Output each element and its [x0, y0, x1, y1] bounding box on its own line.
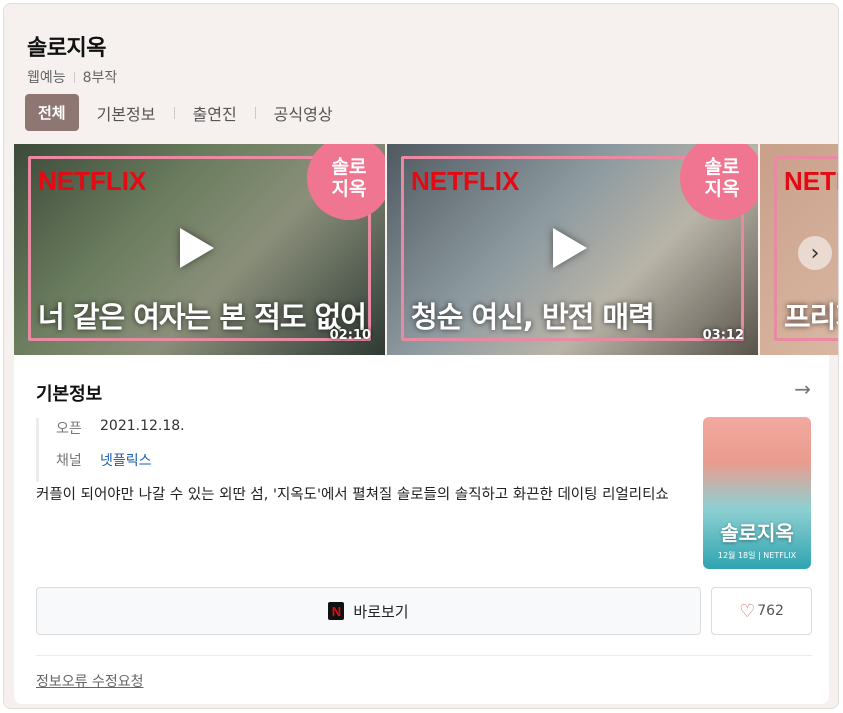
program-card: 솔로지옥 웹예능 8부작 전체 기본정보 출연진 공식영상 NETFLIX 솔로… [3, 3, 839, 709]
poster-title: 솔로지옥 [720, 521, 794, 545]
poster-image[interactable]: 솔로지옥 12월 18일 | NETFLIX [703, 417, 811, 569]
play-icon[interactable] [553, 228, 587, 268]
tab-divider [173, 106, 175, 119]
program-meta: 웹예능 8부작 [27, 67, 117, 87]
open-date-row: 오픈 2021.12.18. [56, 418, 185, 438]
carousel-next-button[interactable]: › [798, 236, 832, 270]
tab-basic-info[interactable]: 기본정보 [97, 101, 156, 125]
program-description: 커플이 되어야만 나갈 수 있는 외딴 섬, '지옥도'에서 펼쳐질 솔로들의 … [36, 487, 669, 503]
poster-date: 12월 18일 | NETFLIX [717, 551, 797, 560]
like-button[interactable]: ♡ 762 [711, 587, 812, 635]
tab-official-video[interactable]: 공식영상 [274, 101, 333, 125]
heart-icon: ♡ [739, 600, 756, 622]
tab-bar: 전체 기본정보 출연진 공식영상 [25, 94, 333, 131]
open-date: 2021.12.18. [100, 418, 185, 434]
info-details: 오픈 2021.12.18. 채널 넷플릭스 [36, 418, 185, 482]
video-caption: 너 같은 여자는 본 적도 없어 [38, 300, 367, 334]
page-title: 솔로지옥 [27, 36, 106, 61]
watch-now-label: 바로보기 [353, 602, 409, 621]
badge-text: 솔로 지옥 [331, 156, 367, 200]
netflix-icon: N [328, 602, 345, 620]
tab-all[interactable]: 전체 [25, 94, 79, 131]
open-label: 오픈 [56, 421, 82, 437]
like-count: 762 [757, 603, 784, 619]
video-thumbnail[interactable]: NETFLIX 솔로 지옥 청순 여신, 반전 매력 03:12 [387, 144, 758, 355]
video-caption: 프리지 [784, 300, 838, 334]
video-caption: 청순 여신, 반전 매력 [411, 300, 655, 334]
channel-link[interactable]: 넷플릭스 [100, 450, 152, 470]
section-title: 기본정보 [36, 384, 103, 405]
episode-count: 8부작 [82, 70, 118, 86]
netflix-logo: NETFLIX [38, 166, 147, 196]
divider [36, 655, 812, 656]
badge-text: 솔로 지옥 [704, 156, 740, 200]
video-duration: 03:12 [702, 328, 744, 343]
meta-divider [73, 71, 75, 83]
play-icon[interactable] [180, 228, 214, 268]
report-error-link[interactable]: 정보오류 수정요청 [36, 671, 144, 691]
netflix-logo: NETFLIX [784, 166, 838, 196]
arrow-right-icon[interactable]: → [794, 377, 811, 401]
channel-row: 채널 넷플릭스 [56, 450, 185, 470]
tab-divider [254, 106, 256, 119]
watch-now-button[interactable]: N 바로보기 [36, 587, 701, 635]
basic-info-panel: 기본정보 → 오픈 2021.12.18. 채널 넷플릭스 커플이 되어야만 나… [14, 355, 829, 704]
video-carousel: NETFLIX 솔로 지옥 너 같은 여자는 본 적도 없어 02:10 NET… [14, 144, 838, 355]
tab-cast[interactable]: 출연진 [193, 101, 237, 125]
chevron-right-icon: › [810, 240, 820, 266]
channel-label: 채널 [56, 453, 82, 469]
video-duration: 02:10 [329, 328, 371, 343]
netflix-logo: NETFLIX [411, 166, 520, 196]
video-thumbnail[interactable]: NETFLIX 솔로 지옥 너 같은 여자는 본 적도 없어 02:10 [14, 144, 385, 355]
genre-label: 웹예능 [27, 70, 66, 86]
